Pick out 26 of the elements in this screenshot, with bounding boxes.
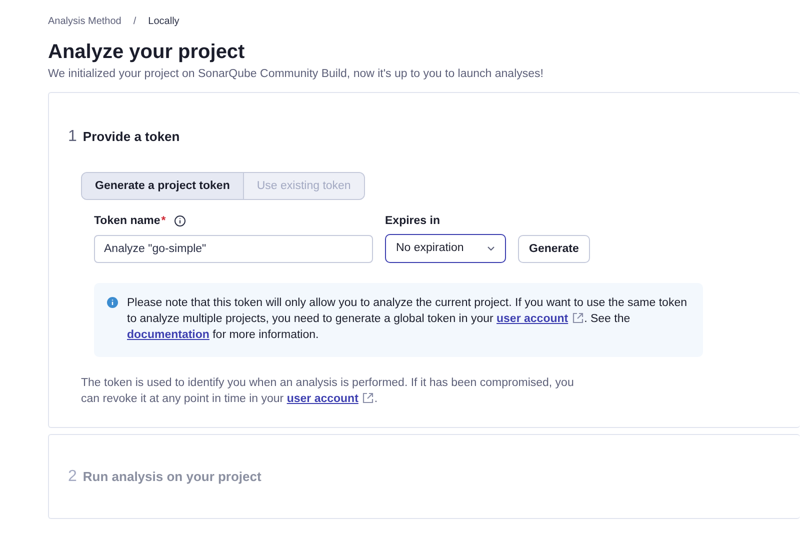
external-link-icon <box>572 312 584 324</box>
chevron-down-icon <box>487 246 495 252</box>
help-text: The token is used to identify you when an analysis is performed. If it has been compromised, you can revoke it at any point in time in your user account . <box>81 376 575 408</box>
breadcrumb-current: Locally <box>148 15 180 29</box>
step-title: Run analysis on your project <box>82 468 262 486</box>
link[interactable]: user account <box>286 393 374 406</box>
field-label: Token name <box>94 214 160 229</box>
note-text: Please note that this token will only allow you to analyze the current project. If you want to use the same token to analyze multiple projects, you need to generate a global token in your user account . See the documentation for more information. <box>127 296 687 344</box>
step-number: 1 <box>68 127 77 148</box>
expiration-select[interactable]: No expiration <box>385 234 506 264</box>
external-link-icon <box>362 392 374 404</box>
breadcrumb-separator: / <box>133 15 136 29</box>
info-icon <box>107 297 118 308</box>
tab[interactable]: Generate a project token <box>82 173 243 200</box>
info-icon[interactable] <box>174 215 186 228</box>
step-number: 2 <box>68 466 77 487</box>
generate-button[interactable]: Generate <box>518 235 590 264</box>
page-subtitle: We initialized your project on SonarQube Community Build, now it's up to you to launch analyses! <box>48 67 544 82</box>
token-name-field[interactable]: Analyze "go-simple" <box>94 235 373 264</box>
step-title: Provide a token <box>82 128 180 146</box>
page-title: Analyze your project <box>48 40 246 65</box>
breadcrumb-link[interactable]: Analysis Method <box>48 14 122 29</box>
link[interactable]: user account <box>496 313 584 326</box>
required-mark: * <box>161 214 166 229</box>
link[interactable]: documentation <box>127 329 210 342</box>
field-label: Expires in <box>385 214 441 228</box>
